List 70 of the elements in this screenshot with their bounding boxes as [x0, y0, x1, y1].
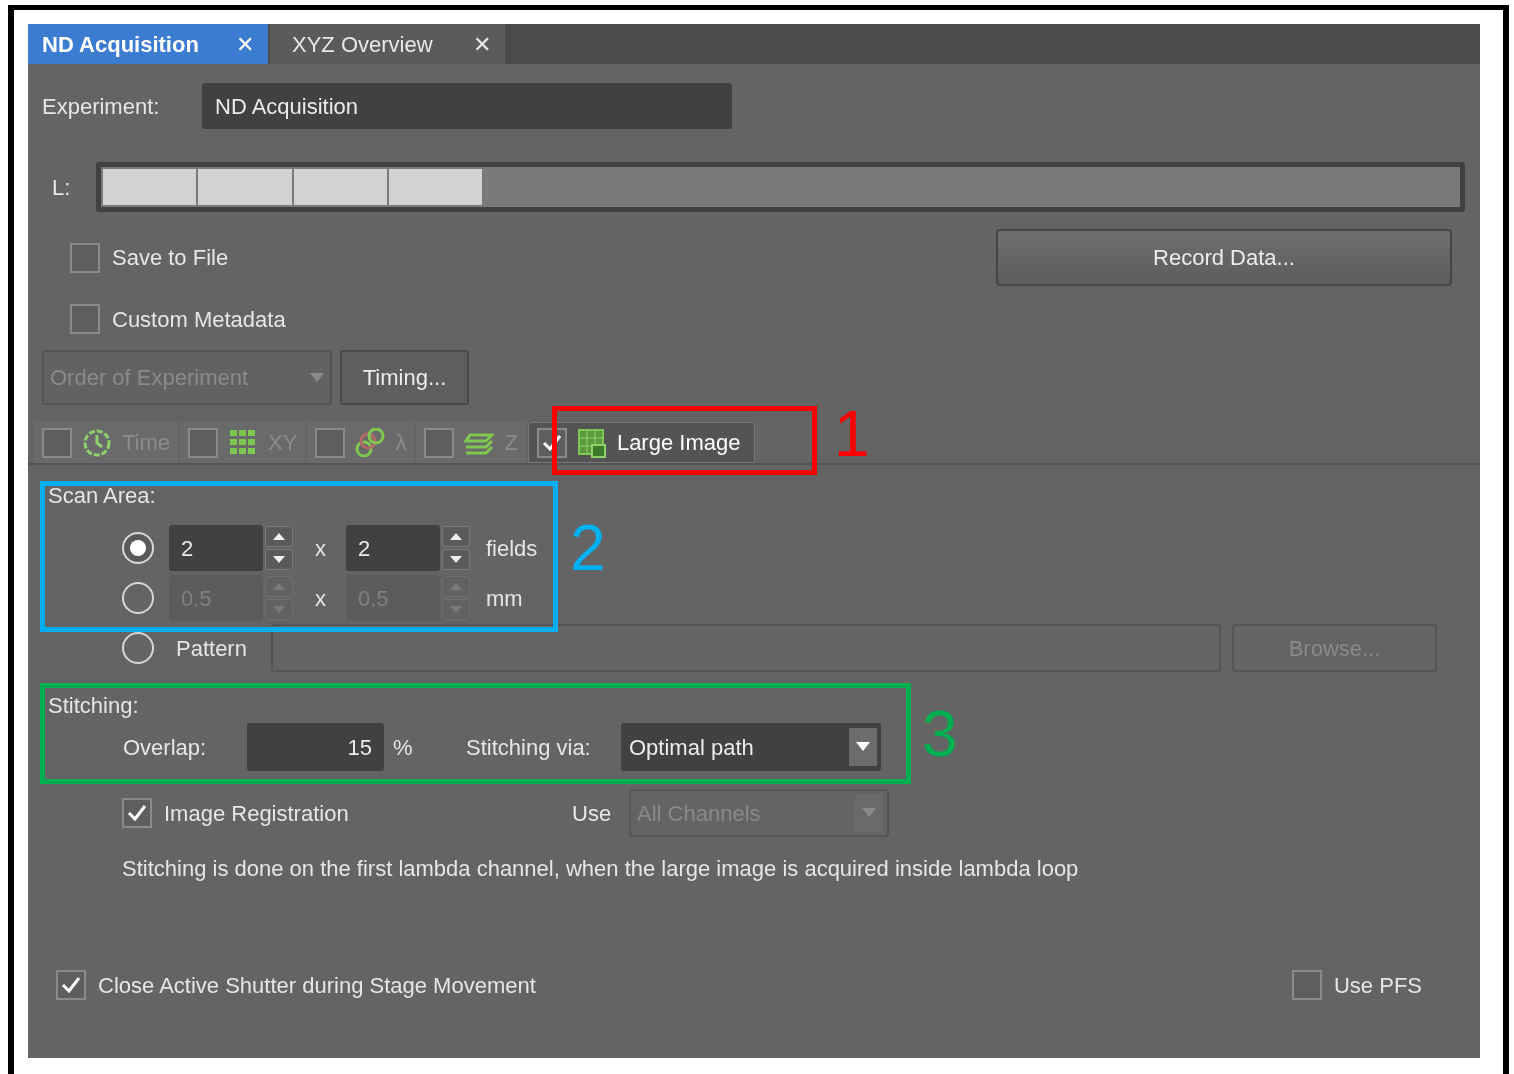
section-title: Stitching:: [48, 692, 139, 720]
check-icon: [60, 974, 82, 996]
checkbox-label: Close Active Shutter during Stage Movement: [98, 971, 536, 1000]
checkbox[interactable]: [188, 427, 219, 458]
loop-label: L:: [52, 173, 72, 202]
overlap-field[interactable]: 15: [247, 723, 384, 771]
callout-number: 1: [834, 402, 870, 466]
stitching-dropdown[interactable]: Optimal path: [621, 723, 881, 771]
timing-button[interactable]: Timing...: [340, 350, 469, 405]
number-field[interactable]: 2: [169, 525, 263, 571]
loop-tab[interactable]: Large Image: [527, 422, 756, 463]
checkbox[interactable]: [42, 427, 72, 458]
pattern-path-field[interactable]: [271, 624, 1221, 672]
checkbox[interactable]: [56, 970, 86, 1000]
callout-number: 3: [922, 702, 958, 766]
caret-down-icon: [449, 554, 463, 565]
checkbox[interactable]: [70, 242, 100, 273]
close-icon[interactable]: ✕: [473, 27, 491, 61]
checkbox[interactable]: [1291, 970, 1322, 1000]
caret-icon: [856, 742, 870, 752]
use-label: Use: [572, 799, 613, 828]
note-text: Stitching is done on the first lambda channel, when the large image is acquired inside lambda loop: [122, 855, 1079, 883]
section-title: Scan Area:: [48, 483, 156, 509]
times-label: x: [315, 534, 326, 563]
radio-button[interactable]: [122, 532, 154, 564]
checkbox-label: Save to File: [112, 244, 229, 272]
experiment-field[interactable]: ND Acquisition: [202, 83, 732, 129]
check-icon: [126, 802, 148, 824]
tiled-image-icon: [576, 427, 607, 458]
tab[interactable]: ND Acquisition ✕: [28, 24, 268, 64]
spin-up-button[interactable]: [265, 526, 293, 547]
callout-number: 2: [570, 516, 606, 580]
checkbox[interactable]: [315, 427, 346, 458]
spin-down-button[interactable]: [442, 549, 470, 570]
caret-down-icon: [272, 554, 286, 565]
checkbox-label: Custom Metadata: [112, 305, 286, 334]
caret-down-icon: [449, 604, 463, 615]
caret-down-icon: [272, 604, 286, 615]
checkbox[interactable]: [122, 798, 152, 828]
loop-tab-label: Large Image: [616, 429, 741, 457]
caret-up-icon: [449, 531, 463, 542]
caret-up-icon: [272, 531, 286, 542]
caret-icon: [862, 808, 876, 818]
spin-down-button[interactable]: [265, 549, 293, 570]
caret-up-icon: [272, 581, 286, 592]
radio-button[interactable]: [122, 632, 154, 664]
checkbox[interactable]: [424, 427, 455, 458]
tab-label: ND Acquisition: [42, 30, 199, 59]
radio-label: Pattern: [176, 634, 248, 663]
stitching-via-label: Stitching via:: [466, 733, 592, 762]
checkbox[interactable]: [70, 304, 100, 334]
percent-label: %: [393, 733, 414, 762]
checkbox-label: Use PFS: [1333, 971, 1422, 1000]
experiment-label: Experiment:: [42, 92, 161, 121]
clock-icon: [82, 427, 112, 458]
spin-up-button[interactable]: [442, 526, 470, 547]
radio-button[interactable]: [122, 582, 154, 614]
caret-icon: [310, 372, 324, 383]
overlap-label: Overlap:: [123, 733, 208, 762]
unit-label: fields: [486, 534, 538, 563]
tab-label: XYZ Overview: [292, 30, 433, 59]
times-label: x: [315, 584, 326, 613]
number-field[interactable]: 2: [346, 525, 440, 571]
close-icon[interactable]: ✕: [236, 27, 254, 61]
unit-label: mm: [486, 584, 523, 613]
caret-up-icon: [449, 581, 463, 592]
tab[interactable]: XYZ Overview ✕: [270, 24, 505, 64]
checkbox-label: Image Registration: [164, 799, 350, 828]
circles-icon: [355, 427, 386, 458]
record-data-button[interactable]: Record Data...: [996, 229, 1452, 286]
